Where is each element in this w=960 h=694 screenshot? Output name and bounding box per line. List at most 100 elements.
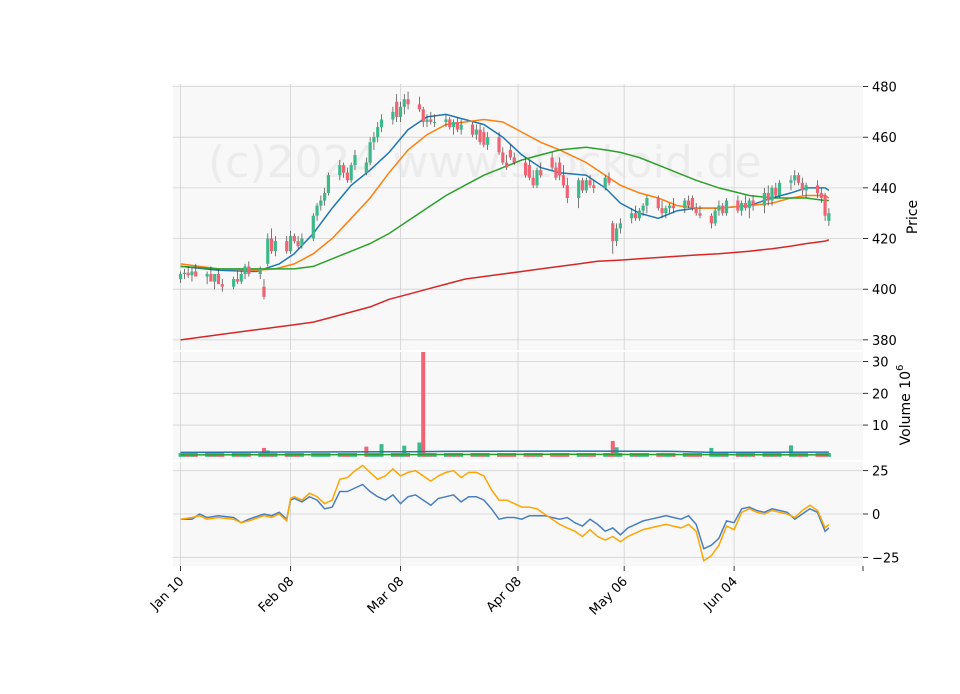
y-tick-label: 420 (872, 233, 897, 248)
candle-body (273, 241, 277, 252)
candle-body (311, 215, 315, 239)
candle-body (421, 109, 425, 122)
candle-body (391, 111, 395, 120)
candle-body (592, 185, 596, 188)
candle-body (531, 177, 535, 186)
y-tick-label: 380 (872, 334, 897, 349)
candle-body (182, 272, 186, 274)
candle-body (815, 185, 820, 193)
x-tick-label: May 06 (587, 574, 631, 618)
candle-body (637, 210, 641, 219)
candle-body (641, 205, 645, 211)
x-tick-label: Jun 04 (701, 574, 741, 614)
candle-body (660, 208, 664, 214)
candle-body (395, 101, 399, 117)
candle-body (743, 203, 748, 209)
candle-body (296, 241, 300, 247)
candle-body (288, 236, 293, 252)
candle-body (345, 172, 349, 181)
volume-axis-title: Volume 106 (895, 365, 914, 446)
candle-body (523, 162, 528, 176)
candle-body (232, 279, 236, 287)
y-tick-label: 400 (872, 283, 897, 298)
candle-body (448, 119, 452, 128)
candle-body (709, 215, 713, 224)
volume-panel: 10 20 30 Volume 106 (173, 352, 914, 460)
candle-body (588, 180, 592, 186)
candle-body (292, 236, 296, 242)
candle-body (793, 175, 797, 181)
candle-body (751, 200, 755, 206)
candle-body (190, 271, 194, 276)
candle-body (262, 286, 266, 297)
candle-body (508, 149, 513, 158)
volume-bar (614, 447, 619, 457)
candle-body (205, 274, 209, 277)
candle-body (633, 213, 638, 219)
candle-body (213, 274, 217, 282)
candle-body (823, 195, 827, 216)
candle-body (482, 132, 486, 145)
candle-body (266, 238, 270, 264)
candle-body (315, 205, 319, 216)
candle-body (603, 177, 607, 188)
candle-body (455, 122, 459, 130)
candle-body (774, 187, 778, 196)
candle-body (614, 228, 619, 242)
candle-body (209, 274, 213, 282)
candle-body (512, 157, 516, 163)
stock-chart-figure: (c)2024 www.stockoid.de 380 400 420 440 460 4… (0, 0, 960, 690)
candle-body (432, 122, 437, 123)
chart-canvas: (c)2024 www.stockoid.de 3804004204404604… (147, 81, 921, 619)
candle-body (777, 182, 782, 196)
x-tick-label: Mar 08 (365, 574, 408, 617)
candle-body (736, 200, 740, 211)
candle-body (539, 170, 543, 176)
candle-body (618, 223, 622, 229)
candle-body (497, 137, 501, 153)
candle-body (747, 200, 751, 209)
candle-body (406, 99, 410, 105)
candle-body (501, 152, 505, 163)
candle-body (349, 165, 353, 181)
candle-body (645, 198, 649, 206)
candle-body (379, 119, 384, 128)
candle-body (216, 274, 221, 285)
candle-body (565, 185, 569, 198)
y-tick-label: 0 (872, 508, 880, 523)
candle-body (527, 165, 531, 178)
candle-body (258, 268, 262, 274)
candle-body (376, 127, 380, 138)
candle-body (630, 213, 634, 219)
candle-body (417, 104, 422, 110)
candle-body (656, 198, 660, 209)
candle-body (319, 200, 323, 206)
candle-body (535, 170, 539, 186)
candle-body (178, 274, 183, 280)
candle-body (300, 238, 304, 247)
y-tick-label: 440 (872, 182, 897, 197)
candle-body (220, 284, 224, 287)
candle-body (683, 200, 687, 209)
candle-body (668, 205, 672, 209)
price-panel: (c)2024 www.stockoid.de 3804004204404604… (173, 81, 921, 350)
price-y-ticks: 380 400 420 440 460 480 (863, 81, 897, 349)
volume-y-ticks: 10 20 30 (863, 356, 889, 434)
candle-body (505, 162, 509, 168)
candle-body (664, 208, 668, 214)
candle-body (368, 142, 372, 163)
candle-body (607, 177, 611, 183)
y-tick-label: 10 (872, 419, 889, 434)
candle-body (671, 205, 676, 209)
candle-body (239, 274, 243, 282)
candle-body (558, 162, 562, 176)
candle-body (338, 165, 342, 176)
candle-body (444, 119, 448, 122)
candle-body (486, 137, 490, 145)
candle-body (740, 203, 744, 211)
candle-body (713, 210, 717, 224)
candle-body (247, 266, 251, 274)
candle-body (550, 157, 554, 168)
price-axis-title: Price (905, 200, 921, 234)
candle-body (478, 129, 482, 143)
